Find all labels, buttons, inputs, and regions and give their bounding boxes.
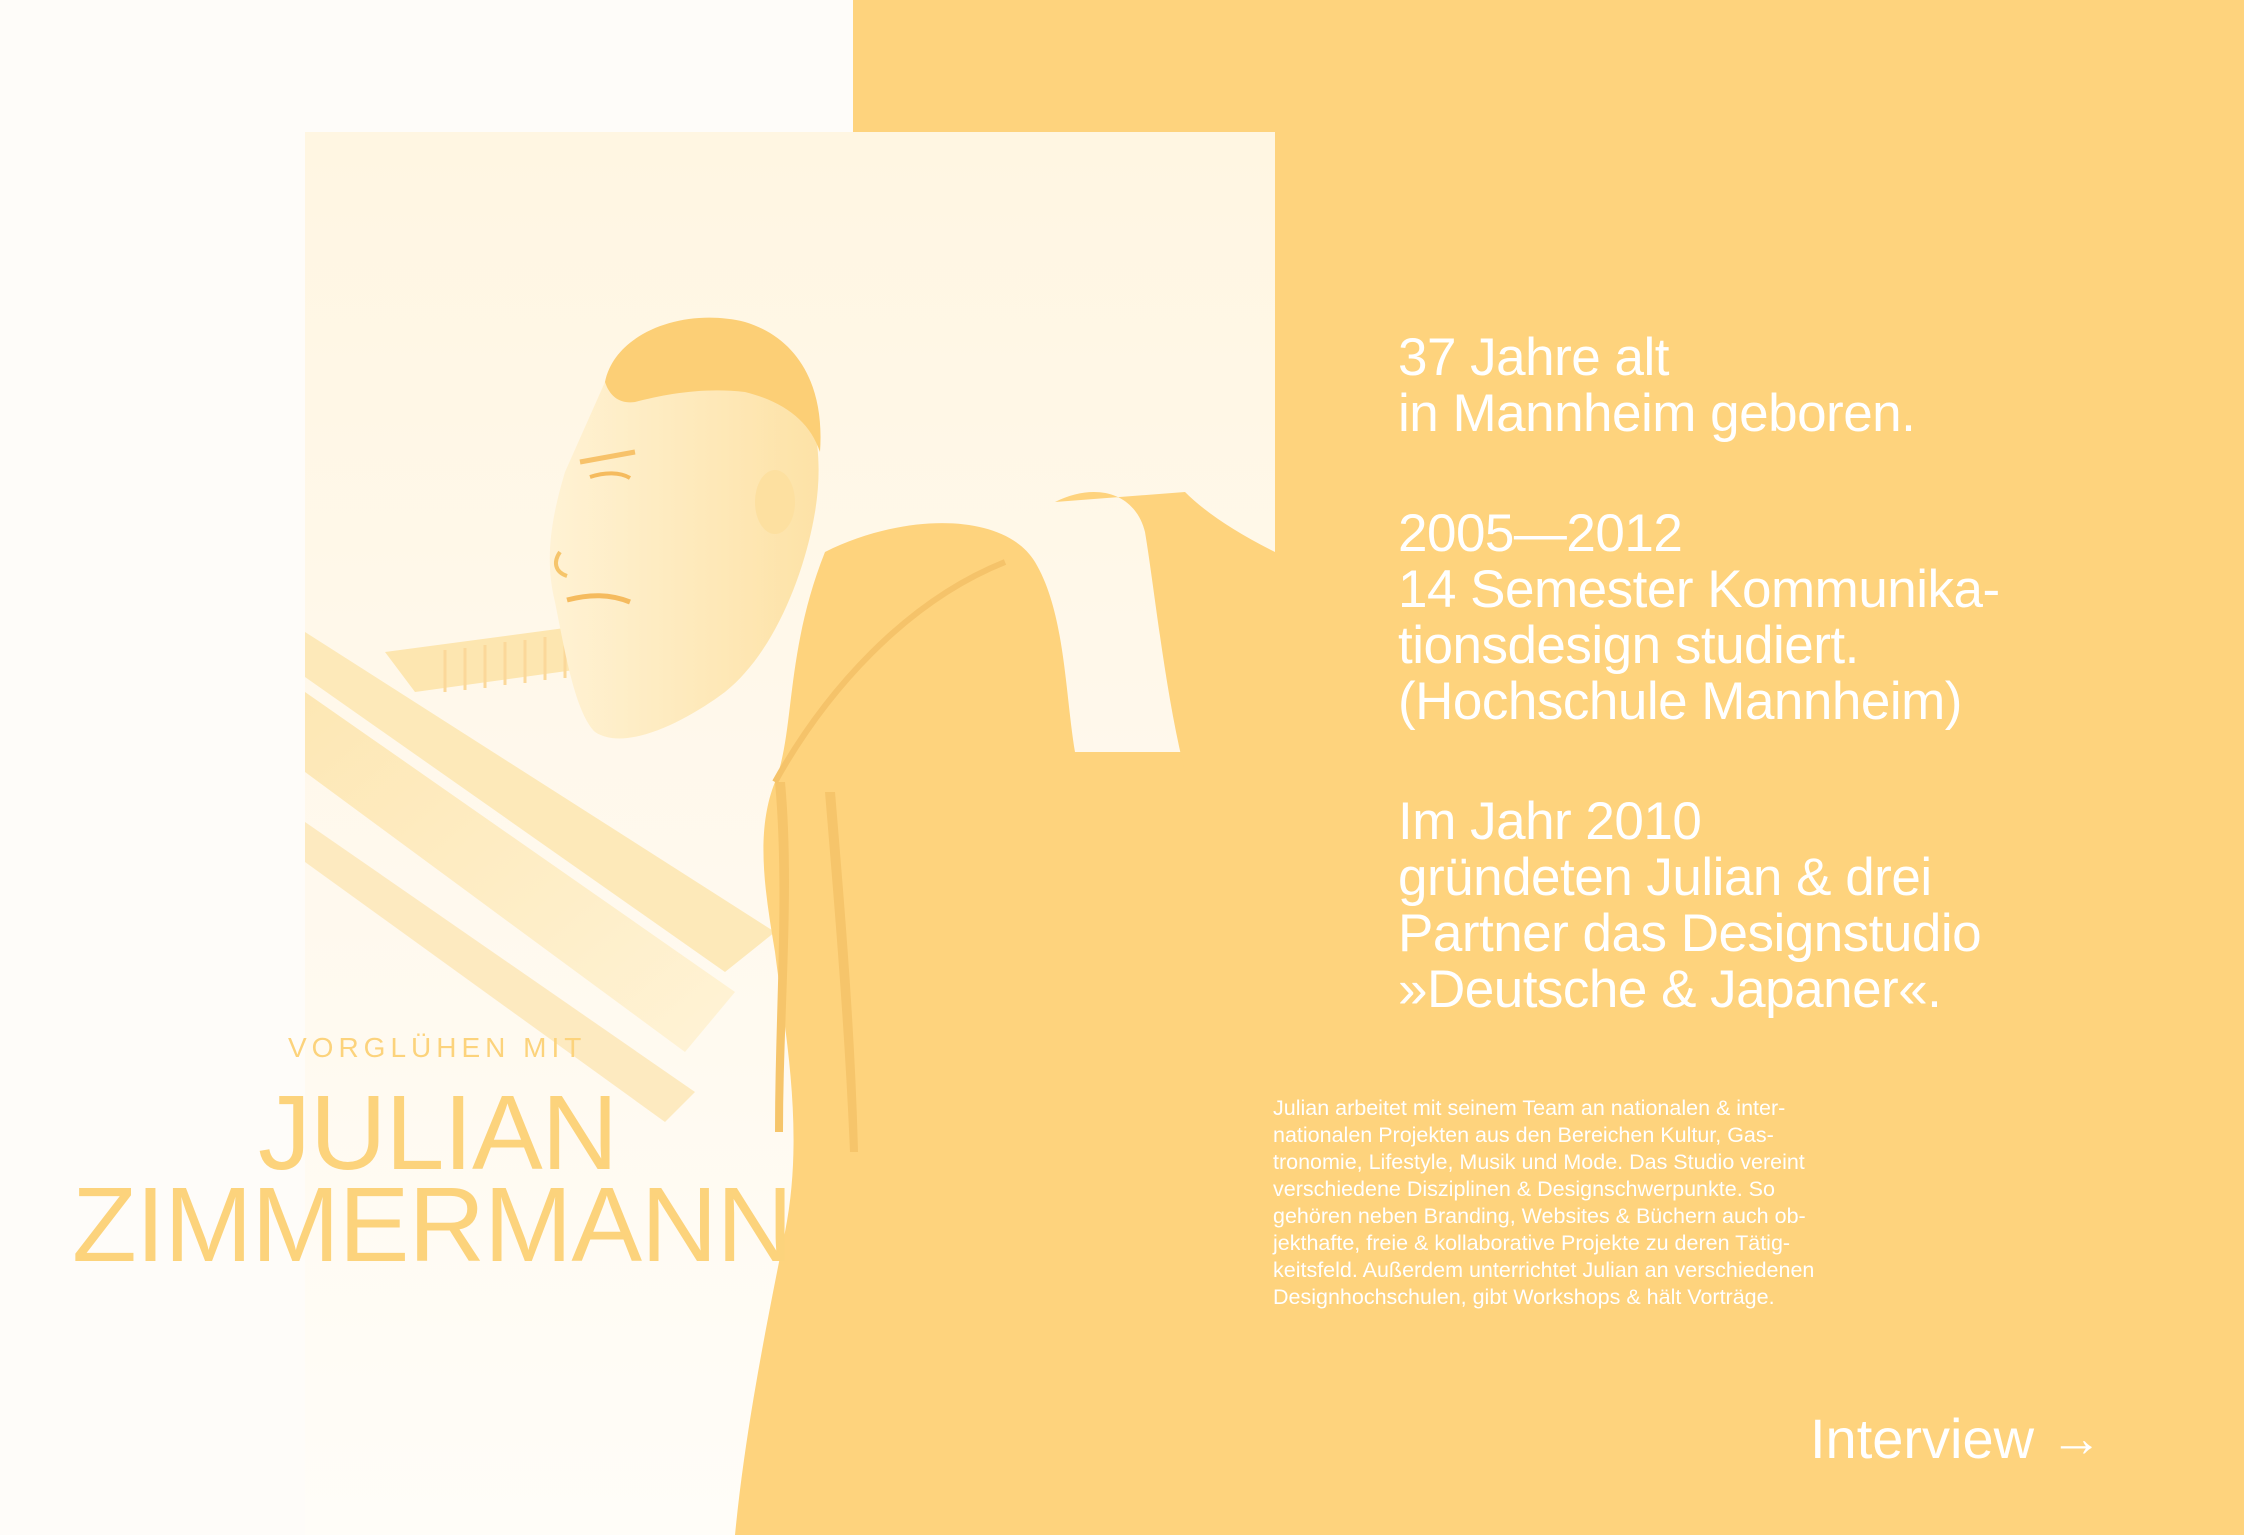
description-line: jekthafte, freie & kollaborative Projekt… xyxy=(1273,1231,1791,1255)
arrow-right-icon: → xyxy=(2050,1410,2103,1468)
description-line: verschiedene Disziplinen & Designschwerp… xyxy=(1273,1177,1775,1201)
bio-line: »Deutsche & Japaner«. xyxy=(1398,960,1942,1019)
bio-line: Partner das Designstudio xyxy=(1398,904,1982,963)
bio-block-studio: Im Jahr 2010 gründeten Julian & drei Par… xyxy=(1398,794,2198,1018)
description-line: gehören neben Branding, Websites & Büche… xyxy=(1273,1204,1806,1228)
bio-block-age: 37 Jahre alt in Mannheim geboren. xyxy=(1398,330,2198,442)
interview-link[interactable]: Interview → xyxy=(1810,1404,2102,1474)
heading-last-name: ZIMMERMANN xyxy=(72,1166,793,1284)
bio-line: 14 Semester Kommunika- xyxy=(1398,560,2000,619)
bio-block-education: 2005—2012 14 Semester Kommunika- tionsde… xyxy=(1398,506,2198,730)
portrait-photo xyxy=(305,132,1275,1535)
bio-line: in Mannheim geboren. xyxy=(1398,384,1916,443)
profile-page: 37 Jahre alt in Mannheim geboren. 2005—2… xyxy=(0,0,2244,1535)
portrait-illustration xyxy=(305,132,1275,1535)
bio-line: 37 Jahre alt xyxy=(1398,328,1669,387)
description-line: tronomie, Lifestyle, Musik und Mode. Das… xyxy=(1273,1150,1805,1174)
interview-link-label: Interview xyxy=(1810,1407,2035,1470)
bio-line: gründeten Julian & drei xyxy=(1398,848,1932,907)
bio-line: 2005—2012 xyxy=(1398,504,1683,563)
description-line: nationalen Projekten aus den Bereichen K… xyxy=(1273,1123,1774,1147)
bio-line: (Hochschule Mannheim) xyxy=(1398,672,1962,731)
bio-line: Im Jahr 2010 xyxy=(1398,792,1702,851)
description-line: Julian arbeitet mit seinem Team an natio… xyxy=(1273,1096,1786,1120)
bio-facts: 37 Jahre alt in Mannheim geboren. 2005—2… xyxy=(1398,330,2198,1082)
description-line: Designhochschulen, gibt Workshops & hält… xyxy=(1273,1285,1775,1309)
heading-kicker: VORGLÜHEN MIT xyxy=(288,1032,587,1063)
description-paragraph: Julian arbeitet mit seinem Team an natio… xyxy=(1273,1095,1913,1311)
bio-line: tionsdesign studiert. xyxy=(1398,616,1859,675)
description-line: keitsfeld. Außerdem unterrichtet Julian … xyxy=(1273,1258,1815,1282)
